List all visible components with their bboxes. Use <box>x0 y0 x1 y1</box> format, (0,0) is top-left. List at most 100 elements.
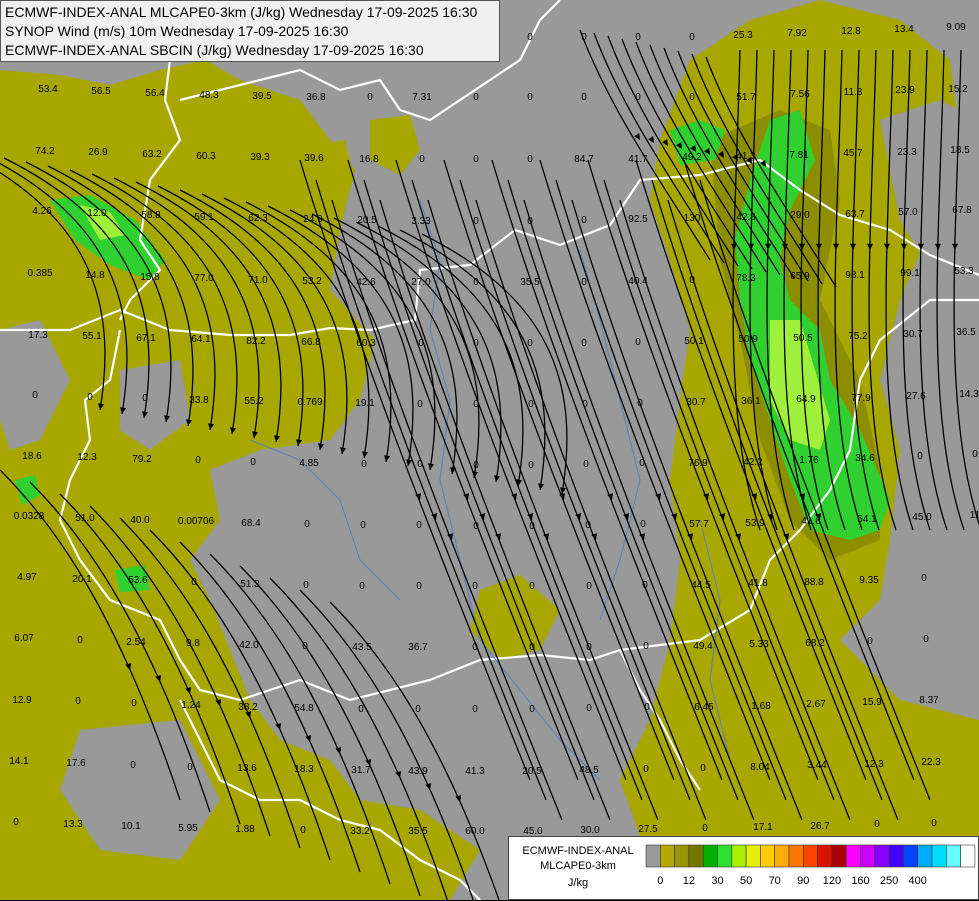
map-value-label: 12.3 <box>77 452 97 463</box>
map-value-label: 0 <box>417 399 423 410</box>
map-value-label: 50.5 <box>793 333 813 344</box>
map-value-label: 0 <box>360 520 366 531</box>
map-value-label: 12.9 <box>12 695 32 706</box>
map-value-label: 31.7 <box>351 765 371 776</box>
map-value-label: 51.3 <box>240 579 260 590</box>
map-value-label: 82.2 <box>246 336 266 347</box>
legend-tick-label: 400 <box>909 875 927 887</box>
map-value-label: 9.8 <box>186 638 200 649</box>
map-value-label: 88.8 <box>804 577 824 588</box>
map-value-label: 77.0 <box>194 273 214 284</box>
map-value-label: 0 <box>13 817 19 828</box>
title-line-wind: SYNOP Wind (m/s) 10m Wednesday 17-09-202… <box>5 23 349 39</box>
map-value-label: 0 <box>700 763 706 774</box>
map-value-label: 36.8 <box>306 92 326 103</box>
title-line-cin: ECMWF-INDEX-ANAL SBCIN (J/kg) Wednesday … <box>5 42 424 58</box>
map-value-label: 74.2 <box>35 146 55 157</box>
legend-swatch <box>874 844 890 868</box>
map-value-label: 11 <box>970 510 979 521</box>
map-value-label: 0 <box>417 459 423 470</box>
map-value-label: 43.9 <box>408 766 428 777</box>
map-value-label: 0 <box>359 581 365 592</box>
map-value-label: 56.4 <box>145 88 165 99</box>
map-value-label: 62.3 <box>248 213 268 224</box>
map-value-label: 27.0 <box>411 277 431 288</box>
map-value-label: 44.5 <box>691 580 711 591</box>
map-value-label: 0 <box>528 399 534 410</box>
map-value-label: 42.0 <box>239 640 259 651</box>
map-value-label: 9.35 <box>859 575 879 586</box>
map-value-label: 0 <box>581 215 587 226</box>
legend-swatch <box>760 844 775 868</box>
map-value-label: 4.85 <box>299 458 319 469</box>
map-value-label: 0 <box>582 399 588 410</box>
map-value-label: 50.9 <box>738 334 758 345</box>
map-value-label: 57.7 <box>689 519 709 530</box>
map-value-label: 0 <box>473 460 479 471</box>
map-value-label: 0 <box>473 277 479 288</box>
map-value-label: 42.8 <box>736 212 756 223</box>
map-value-label: 53.4 <box>38 84 58 95</box>
map-value-label: 0 <box>300 825 306 836</box>
legend-swatch <box>831 844 847 868</box>
map-value-label: 33.8 <box>189 395 209 406</box>
map-value-label: 38.2 <box>238 702 258 713</box>
legend-tick-label: 50 <box>740 875 752 887</box>
map-value-label: 18.6 <box>22 451 42 462</box>
map-value-label: 0 <box>586 703 592 714</box>
map-value-label: 18.3 <box>294 764 314 775</box>
map-value-label: 0 <box>472 581 478 592</box>
map-value-label: 0 <box>529 704 535 715</box>
map-value-label: 3.33 <box>411 216 431 227</box>
legend-swatch <box>774 844 790 868</box>
map-value-label: 13.4 <box>894 24 914 35</box>
map-value-label: 0 <box>473 216 479 227</box>
map-value-label: 6.07 <box>14 633 34 644</box>
map-value-label: 24.9 <box>303 214 323 225</box>
map-value-label: 26.9 <box>88 147 108 158</box>
map-value-label: 12.3 <box>864 759 884 770</box>
color-legend: ECMWF-INDEX-ANAL MLCAPE0-3km J/kg 0 12 30 5… <box>508 836 979 900</box>
map-value-label: 14.3 <box>959 389 979 400</box>
map-value-label: 63.2 <box>142 149 162 160</box>
map-value-label: 0 <box>923 634 929 645</box>
map-value-label: 54.8 <box>294 703 314 714</box>
map-value-label: 4.26 <box>32 206 52 217</box>
map-value-label: 0 <box>473 399 479 410</box>
map-value-label: 0 <box>867 636 873 647</box>
map-value-label: 58.8 <box>141 210 161 221</box>
map-value-label: 0 <box>689 92 695 103</box>
map-value-label: 42.6 <box>356 277 376 288</box>
legend-swatch <box>702 844 718 868</box>
map-value-label: 0 <box>642 580 648 591</box>
map-value-label: 0 <box>640 519 646 530</box>
map-value-label: 43.5 <box>352 642 372 653</box>
map-value-label: 0 <box>131 698 137 709</box>
map-value-label: 36.5 <box>956 327 976 338</box>
map-value-label: 0 <box>529 521 535 532</box>
map-value-label: 57.0 <box>898 207 918 218</box>
legend-swatch <box>917 844 933 868</box>
map-value-label: 0 <box>583 459 589 470</box>
map-value-label: 29.0 <box>790 210 810 221</box>
map-value-label: 8.37 <box>919 695 939 706</box>
map-value-label: 7.92 <box>787 28 807 39</box>
map-value-label: 7.56 <box>790 89 810 100</box>
map-value-label: 66.8 <box>301 337 321 348</box>
map-value-label: 1.88 <box>235 824 255 835</box>
map-value-label: 55.1 <box>82 331 102 342</box>
map-value-label: 2.67 <box>806 699 826 710</box>
map-value-label: 0 <box>586 642 592 653</box>
map-value-label: 79.2 <box>132 454 152 465</box>
map-value-label: 39.3 <box>250 152 270 163</box>
map-value-label: 0 <box>361 459 367 470</box>
map-value-label: 30.7 <box>686 397 706 408</box>
map-value-label: 13.6 <box>237 763 257 774</box>
map-value-label: 67.8 <box>952 205 972 216</box>
map-value-label: 0 <box>187 762 193 773</box>
map-value-label: 1.76 <box>799 455 819 466</box>
map-value-label: 17.6 <box>66 758 86 769</box>
map-value-label: 45.7 <box>843 148 863 159</box>
map-value-label: 14.8 <box>85 270 105 281</box>
map-value-label: 0 <box>635 337 641 348</box>
